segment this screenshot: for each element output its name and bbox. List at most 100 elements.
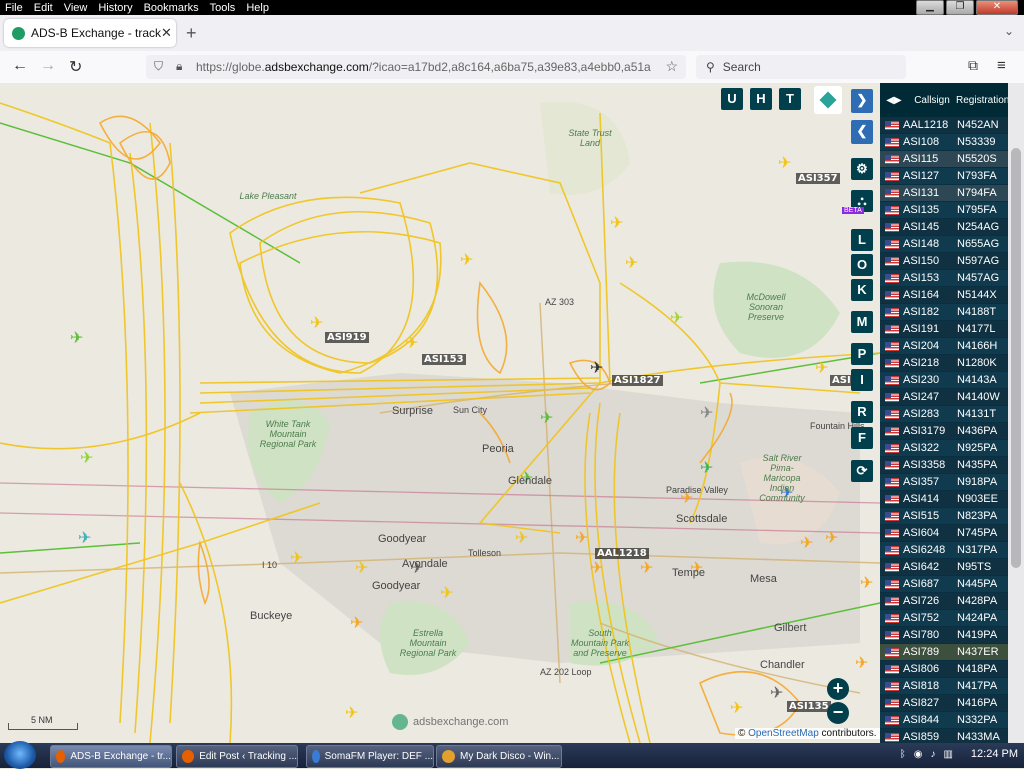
aircraft-row[interactable]: ASI604 N745PA [880,525,1008,542]
taskbar-item-somafm[interactable]: SomaFM Player: DEF ... [306,745,434,768]
aircraft-row[interactable]: ASI827 N416PA [880,695,1008,712]
aircraft-row[interactable]: ASI414 N903EE [880,491,1008,508]
toggle-u-button[interactable]: U [721,88,743,110]
replay-icon[interactable]: ⟳ [851,460,873,482]
tab-adsb[interactable]: ADS-B Exchange - track aircraft ✕ [4,19,176,47]
scroll-thumb[interactable] [1011,148,1021,568]
toggle-t-button[interactable]: T [779,88,801,110]
aircraft-row[interactable]: ASI145 N254AG [880,219,1008,236]
aircraft-row[interactable]: ASI131 N794FA [880,185,1008,202]
aircraft-row[interactable]: ASI247 N4140W [880,389,1008,406]
callsign-header[interactable]: Callsign [908,95,956,106]
back-icon[interactable]: ← [12,57,28,75]
aircraft-row[interactable]: ASI204 N4166H [880,338,1008,355]
expand-right-icon[interactable]: ❯ [851,89,873,113]
settings-gear-icon[interactable]: ⚙ [851,158,873,180]
layers-button[interactable] [814,86,842,114]
aircraft-row[interactable]: ASI515 N823PA [880,508,1008,525]
extensions-icon[interactable]: ⧉ [968,57,978,74]
aircraft-row[interactable]: ASI6248 N317PA [880,542,1008,559]
zoom-out-icon[interactable]: − [827,702,849,724]
new-tab-button[interactable]: + [186,23,197,44]
aircraft-label[interactable]: ASI919 [325,332,369,343]
aircraft-row[interactable]: ASI818 N417PA [880,678,1008,695]
aircraft-row[interactable]: ASI752 N424PA [880,610,1008,627]
aircraft-row[interactable]: ASI283 N4131T [880,406,1008,423]
aircraft-row[interactable]: ASI127 N793FA [880,168,1008,185]
menu-tools[interactable]: Tools [205,2,242,14]
menu-view[interactable]: View [59,2,94,14]
aircraft-row[interactable]: ASI191 N4177L [880,321,1008,338]
tab-close-icon[interactable]: ✕ [161,25,172,41]
speaker-icon[interactable]: ♪ [930,749,935,760]
aircraft-row[interactable]: ASI806 N418PA [880,661,1008,678]
toggle-k-button[interactable]: K [851,279,873,301]
maximize-button[interactable]: ❐ [946,0,974,15]
bluetooth-icon[interactable]: ᛒ [900,749,906,760]
aircraft-label[interactable]: ASI1827 [612,375,663,386]
menu-history[interactable]: History [93,2,138,14]
toggle-f-button[interactable]: F [851,427,873,449]
osm-link[interactable]: OpenStreetMap [748,728,819,739]
aircraft-row[interactable]: ASI322 N925PA [880,440,1008,457]
aircraft-row[interactable]: ASI182 N4188T [880,304,1008,321]
column-toggle-icon[interactable]: ◀▶ [880,95,908,106]
registration-header[interactable]: Registration [956,95,1008,106]
aircraft-row[interactable]: ASI726 N428PA [880,593,1008,610]
aircraft-row[interactable]: ASI780 N419PA [880,627,1008,644]
toggle-o-button[interactable]: O [851,254,873,276]
menu-file[interactable]: File [0,2,29,14]
menu-edit[interactable]: Edit [29,2,59,14]
aircraft-label[interactable]: AAL1218 [595,548,649,559]
network-icon[interactable]: ▥ [943,749,952,760]
list-tabs-button[interactable]: ⌄ [1004,24,1014,38]
toggle-l-button[interactable]: L [851,229,873,251]
aircraft-row[interactable]: ASI844 N332PA [880,712,1008,729]
aircraft-row[interactable]: ASI3358 N435PA [880,457,1008,474]
collapse-left-icon[interactable]: ❮ [851,120,873,144]
aircraft-row[interactable]: ASI153 N457AG [880,270,1008,287]
aircraft-row[interactable]: ASI642 N95TS [880,559,1008,576]
aircraft-row[interactable]: ASI687 N445PA [880,576,1008,593]
aircraft-row[interactable]: ASI108 N53339 [880,134,1008,151]
toggle-r-button[interactable]: R [851,401,873,423]
menu-bookmarks[interactable]: Bookmarks [139,2,205,14]
toggle-h-button[interactable]: H [750,88,772,110]
menu-help[interactable]: Help [241,2,275,14]
aircraft-row[interactable]: ASI148 N655AG [880,236,1008,253]
aircraft-row[interactable]: ASI230 N4143A [880,372,1008,389]
search-input[interactable]: ⚲ Search [696,55,906,79]
zoom-in-icon[interactable]: + [827,678,849,700]
aircraft-row[interactable]: ASI3179 N436PA [880,423,1008,440]
tracking-protection-icon[interactable]: ⛉ [154,59,163,74]
taskbar-item-winamp[interactable]: My Dark Disco - Win... [436,745,562,768]
aircraft-label[interactable]: ASI135 [787,701,831,712]
aircraft-row[interactable]: ASI164 N5144X [880,287,1008,304]
steam-icon[interactable]: ◉ [914,749,923,760]
aircraft-row[interactable]: ASI150 N597AG [880,253,1008,270]
aircraft-label[interactable]: ASI357 [796,173,840,184]
app-menu-icon[interactable]: ≡ [997,57,1006,74]
aircraft-label[interactable]: ASI153 [422,354,466,365]
aircraft-row[interactable]: AAL1218 N452AN [880,117,1008,134]
start-button[interactable] [4,741,36,769]
aircraft-row[interactable]: ASI135 N795FA [880,202,1008,219]
aircraft-row[interactable]: ASI115 N5520S [880,151,1008,168]
close-window-button[interactable]: ✕ [976,0,1018,15]
aircraft-row[interactable]: ASI789 N437ER [880,644,1008,661]
toggle-i-button[interactable]: I [851,369,873,391]
toggle-m-button[interactable]: M [851,311,873,333]
map-area[interactable]: ✈ ✈ ✈ ✈ ✈ ✈ ✈ ✈ ✈ ✈ ✈ ✈ ✈ ✈ ✈ ✈ ✈ ✈ ✈ ✈ … [0,83,880,743]
bookmark-star-icon[interactable]: ☆ [665,58,678,75]
lock-icon[interactable]: 🔒︎ [176,59,182,74]
aircraft-row[interactable]: ASI357 N918PA [880,474,1008,491]
toggle-p-button[interactable]: P [851,343,873,365]
list-scrollbar[interactable] [1008,83,1024,743]
url-bar[interactable]: ⛉ 🔒︎ https://globe.adsbexchange.com/?ica… [146,55,686,79]
reload-icon[interactable]: ↻ [69,57,82,77]
taskbar-item-edit-post[interactable]: Edit Post ‹ Tracking ... [176,745,298,768]
forward-icon[interactable]: → [40,57,56,75]
taskbar-item-firefox[interactable]: ADS-B Exchange - tr... [50,745,172,768]
aircraft-row[interactable]: ASI859 N433MA [880,729,1008,743]
aircraft-row[interactable]: ASI218 N1280K [880,355,1008,372]
